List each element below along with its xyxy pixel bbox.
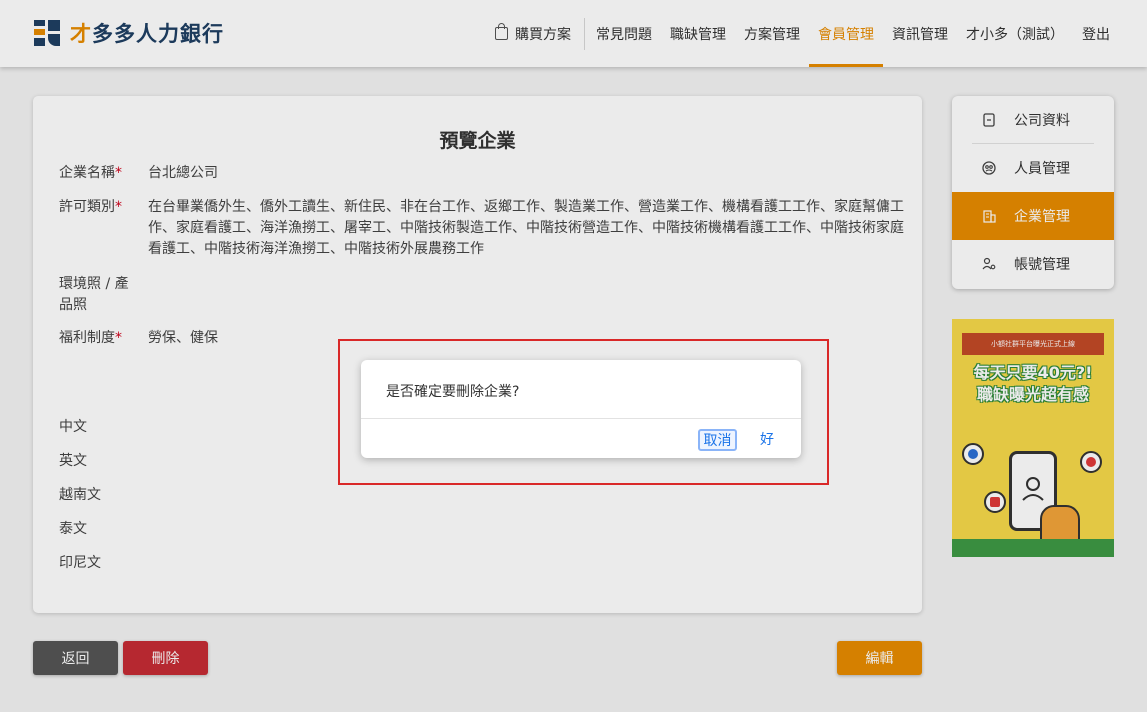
dialog-message: 是否確定要刪除企業? (386, 384, 520, 400)
confirm-dialog: 是否確定要刪除企業? 取消 好 (361, 360, 801, 458)
dialog-ok-button[interactable]: 好 (756, 429, 778, 451)
dialog-cancel-button[interactable]: 取消 (698, 429, 737, 451)
dialog-divider (361, 418, 801, 419)
